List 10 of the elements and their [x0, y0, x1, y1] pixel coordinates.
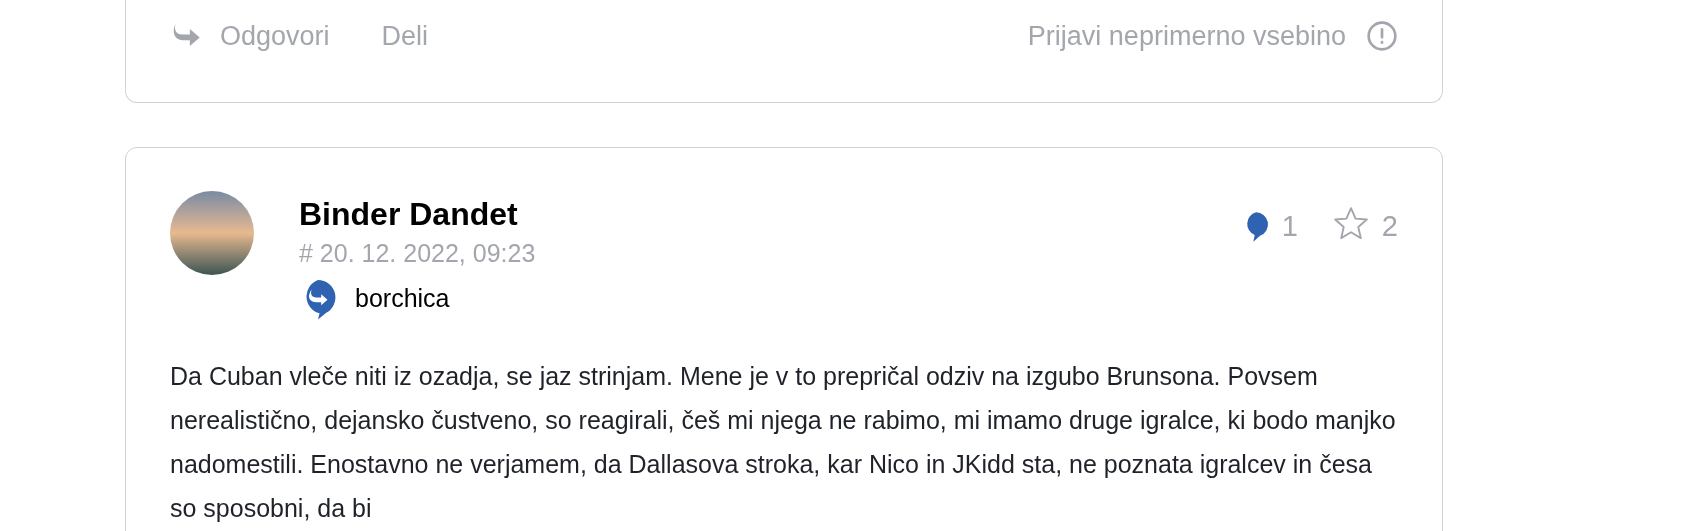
- comment-text: Da Cuban vleče niti iz ozadja, se jaz strinjam. Mene je v to prepričal odziv na izgubo Brunsona. Povsem nerealistično, dejansko čustveno, so reagirali, češ mi njega ne rabimo, mi imamo druge igralce, ki bodo manjko nadomestili. Enostavno ne verjamem, da Dallasova stroka, kar Nico in JKidd sta, ne poznata igralcev in česa so sposobni, da bi: [170, 361, 1397, 524]
- author-name: Binder Dandet: [299, 195, 519, 234]
- reply-button[interactable]: Odgovori: [220, 15, 330, 57]
- exclamation-circle-icon: [1366, 20, 1398, 52]
- favorite-count: 2: [1381, 209, 1398, 244]
- comment-count: 1: [1281, 209, 1298, 244]
- report-button[interactable]: Prijavi neprimerno vsebino: [1027, 15, 1346, 57]
- post-timestamp: # 20. 12. 2022, 09:23: [299, 238, 536, 269]
- reply-to-username[interactable]: borchica: [355, 280, 450, 318]
- share-button[interactable]: Deli: [381, 15, 429, 57]
